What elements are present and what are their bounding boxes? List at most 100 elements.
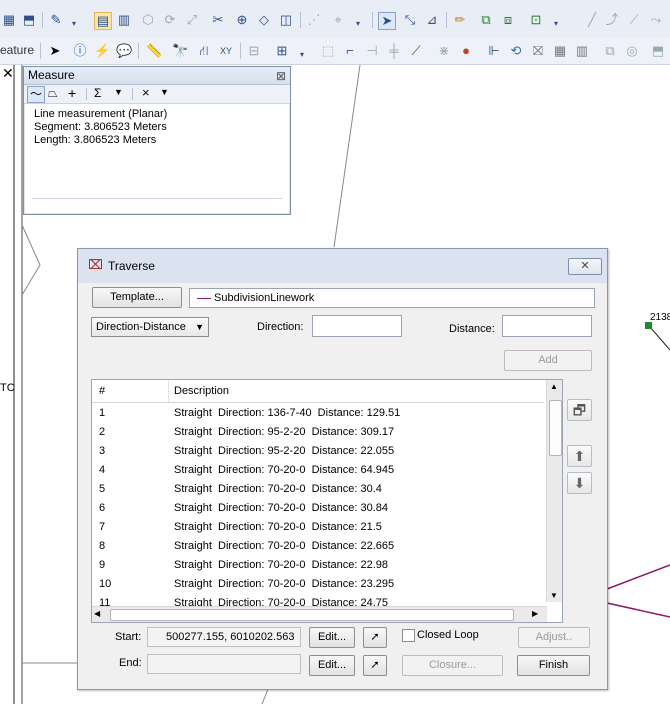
table-row[interactable]: 3 Straight Direction: 95-2-20 Distance: 2…: [92, 442, 544, 461]
close-icon[interactable]: ✕: [2, 65, 14, 82]
close-button[interactable]: ✕: [568, 258, 602, 275]
midpoint-icon[interactable]: ⊣: [364, 43, 380, 59]
rotate-icon[interactable]: ⟳: [162, 12, 178, 28]
closed-loop-checkbox[interactable]: [402, 629, 415, 642]
trace-icon[interactable]: ⤴: [604, 12, 620, 28]
end-field[interactable]: [147, 654, 301, 674]
dropdown-icon[interactable]: ▾: [350, 16, 366, 32]
table-row[interactable]: 6 Straight Direction: 70-20-0 Distance: 3…: [92, 499, 544, 518]
close-icon[interactable]: ⊠: [276, 68, 286, 85]
trim-icon[interactable]: ⤳: [648, 12, 664, 28]
measure-area-icon[interactable]: ⏢: [48, 86, 58, 101]
measure-line-icon[interactable]: 〜: [27, 86, 45, 103]
geometric-network-icon[interactable]: ⧉: [478, 12, 494, 28]
refresh-icon[interactable]: ⟲: [508, 43, 524, 59]
start-field[interactable]: 500277.155, 6010202.563: [147, 627, 301, 647]
start-pick-button[interactable]: ➚: [363, 627, 387, 648]
identify-icon[interactable]: ⓘ: [72, 43, 88, 59]
edit-vertices-icon[interactable]: ⬡: [140, 12, 156, 28]
split-icon[interactable]: ✂: [210, 12, 226, 28]
measure-icon[interactable]: 📏: [146, 43, 162, 59]
overlay-icon[interactable]: ◎: [624, 43, 640, 59]
end-edit-button[interactable]: Edit...: [309, 655, 355, 676]
mode-select[interactable]: Direction-Distance ▼: [91, 317, 209, 337]
parcel-icon[interactable]: ⛝: [530, 43, 546, 59]
topology-edit-icon[interactable]: ⌖: [330, 12, 346, 28]
select-pointer-icon[interactable]: ➤: [47, 43, 63, 59]
construct-point-icon[interactable]: ⊕: [234, 12, 250, 28]
edit-sketch-icon[interactable]: ✎: [48, 12, 64, 28]
scroll-down-icon[interactable]: ▼: [550, 591, 558, 600]
vertical-scrollbar[interactable]: ▲ ▼: [546, 380, 562, 602]
html-popup-icon[interactable]: 💬: [116, 43, 132, 59]
table-icon[interactable]: ▦: [1, 12, 17, 28]
select-arrow-icon[interactable]: ➤: [378, 12, 396, 30]
finish-button[interactable]: Finish: [517, 655, 590, 676]
traverse-title-bar[interactable]: ⌧ Traverse ✕: [78, 249, 607, 283]
move-up-button[interactable]: ⬆: [567, 445, 592, 467]
traverse-grid[interactable]: # Description 1 Straight Direction: 136-7…: [91, 379, 563, 623]
pencil-icon[interactable]: ✏: [452, 12, 468, 28]
closure-button[interactable]: Closure...: [402, 655, 503, 676]
extend-icon[interactable]: ⟋: [626, 12, 642, 28]
grid-icon[interactable]: ▦: [552, 43, 568, 59]
clear-icon[interactable]: ×: [142, 85, 150, 100]
hyperlink-icon[interactable]: ⚡: [94, 43, 110, 59]
scroll-thumb[interactable]: [549, 400, 562, 456]
horizontal-scrollbar[interactable]: ◀ ▶: [92, 606, 547, 622]
select-features-icon[interactable]: ▤: [94, 12, 112, 30]
table-row[interactable]: 9 Straight Direction: 70-20-0 Distance: 2…: [92, 556, 544, 575]
viewer-window-icon[interactable]: ⊞: [274, 43, 290, 59]
table-tool-icon[interactable]: ▥: [574, 43, 590, 59]
scroll-left-icon[interactable]: ◀: [94, 609, 100, 618]
find-icon[interactable]: 🔭: [172, 43, 188, 59]
adjust-button[interactable]: Adjust..: [518, 627, 590, 648]
table-row[interactable]: 8 Straight Direction: 70-20-0 Distance: 2…: [92, 537, 544, 556]
dropdown-icon[interactable]: ▼: [114, 87, 123, 97]
table-row[interactable]: 5 Straight Direction: 70-20-0 Distance: 3…: [92, 480, 544, 499]
dimension-icon[interactable]: ⊡: [528, 12, 544, 28]
time-slider-icon[interactable]: ⊟: [246, 43, 262, 59]
line-tool-icon[interactable]: ╱: [584, 12, 600, 28]
column-header-number[interactable]: #: [99, 385, 105, 397]
network-flow-icon[interactable]: ⧈: [500, 12, 516, 28]
measure-title-bar[interactable]: Measure ⊠: [24, 67, 290, 85]
reshape-icon[interactable]: ⤢: [184, 12, 200, 28]
topology-icon[interactable]: ⋰: [306, 12, 322, 28]
annotation-tool-icon[interactable]: ⊿: [424, 12, 440, 28]
go-to-xy-icon[interactable]: XY: [218, 43, 234, 59]
column-header-description[interactable]: Description: [174, 385, 229, 397]
table-row[interactable]: 4 Straight Direction: 70-20-0 Distance: 6…: [92, 461, 544, 480]
sum-icon[interactable]: Σ: [94, 86, 101, 100]
table-row[interactable]: 2 Straight Direction: 95-2-20 Distance: 3…: [92, 423, 544, 442]
globe-icon[interactable]: ●: [458, 43, 474, 59]
direction-input[interactable]: [312, 315, 402, 337]
dropdown-icon[interactable]: ▾: [548, 16, 564, 32]
parallel-icon[interactable]: ╪: [386, 43, 402, 59]
cut-polygons-icon[interactable]: ◫: [278, 12, 294, 28]
dropdown-icon[interactable]: ▾: [294, 47, 310, 63]
attributes-icon[interactable]: ▥: [116, 12, 132, 28]
chart-icon[interactable]: ⬒: [21, 12, 37, 28]
scroll-thumb[interactable]: [110, 609, 514, 621]
add-button[interactable]: Add: [504, 350, 592, 371]
edit-tool-icon[interactable]: ⤡: [402, 12, 418, 28]
end-pick-button[interactable]: ➚: [363, 655, 387, 676]
table-row[interactable]: 1 Straight Direction: 136-7-40 Distance: …: [92, 404, 544, 423]
shape-icon[interactable]: ◇: [256, 12, 272, 28]
scroll-right-icon[interactable]: ▶: [532, 609, 538, 618]
sketch-vertex-icon[interactable]: ⌐: [342, 43, 358, 59]
template-button[interactable]: Template...: [92, 287, 182, 308]
move-down-button[interactable]: ⬇: [567, 472, 592, 494]
find-route-icon[interactable]: ⛙: [196, 43, 212, 59]
dropdown-icon[interactable]: ▾: [66, 16, 82, 32]
snap-icon[interactable]: ⟋: [408, 43, 424, 59]
dropdown-icon[interactable]: ▼: [160, 87, 169, 97]
start-edit-button[interactable]: Edit...: [309, 627, 355, 648]
distance-input[interactable]: [502, 315, 592, 337]
scroll-up-icon[interactable]: ▲: [550, 382, 558, 391]
layout-icon[interactable]: ⧉: [602, 43, 618, 59]
properties-button[interactable]: 🗗: [567, 399, 592, 421]
measure-feature-icon[interactable]: +: [68, 85, 76, 101]
table-row[interactable]: 10 Straight Direction: 70-20-0 Distance: …: [92, 575, 544, 594]
